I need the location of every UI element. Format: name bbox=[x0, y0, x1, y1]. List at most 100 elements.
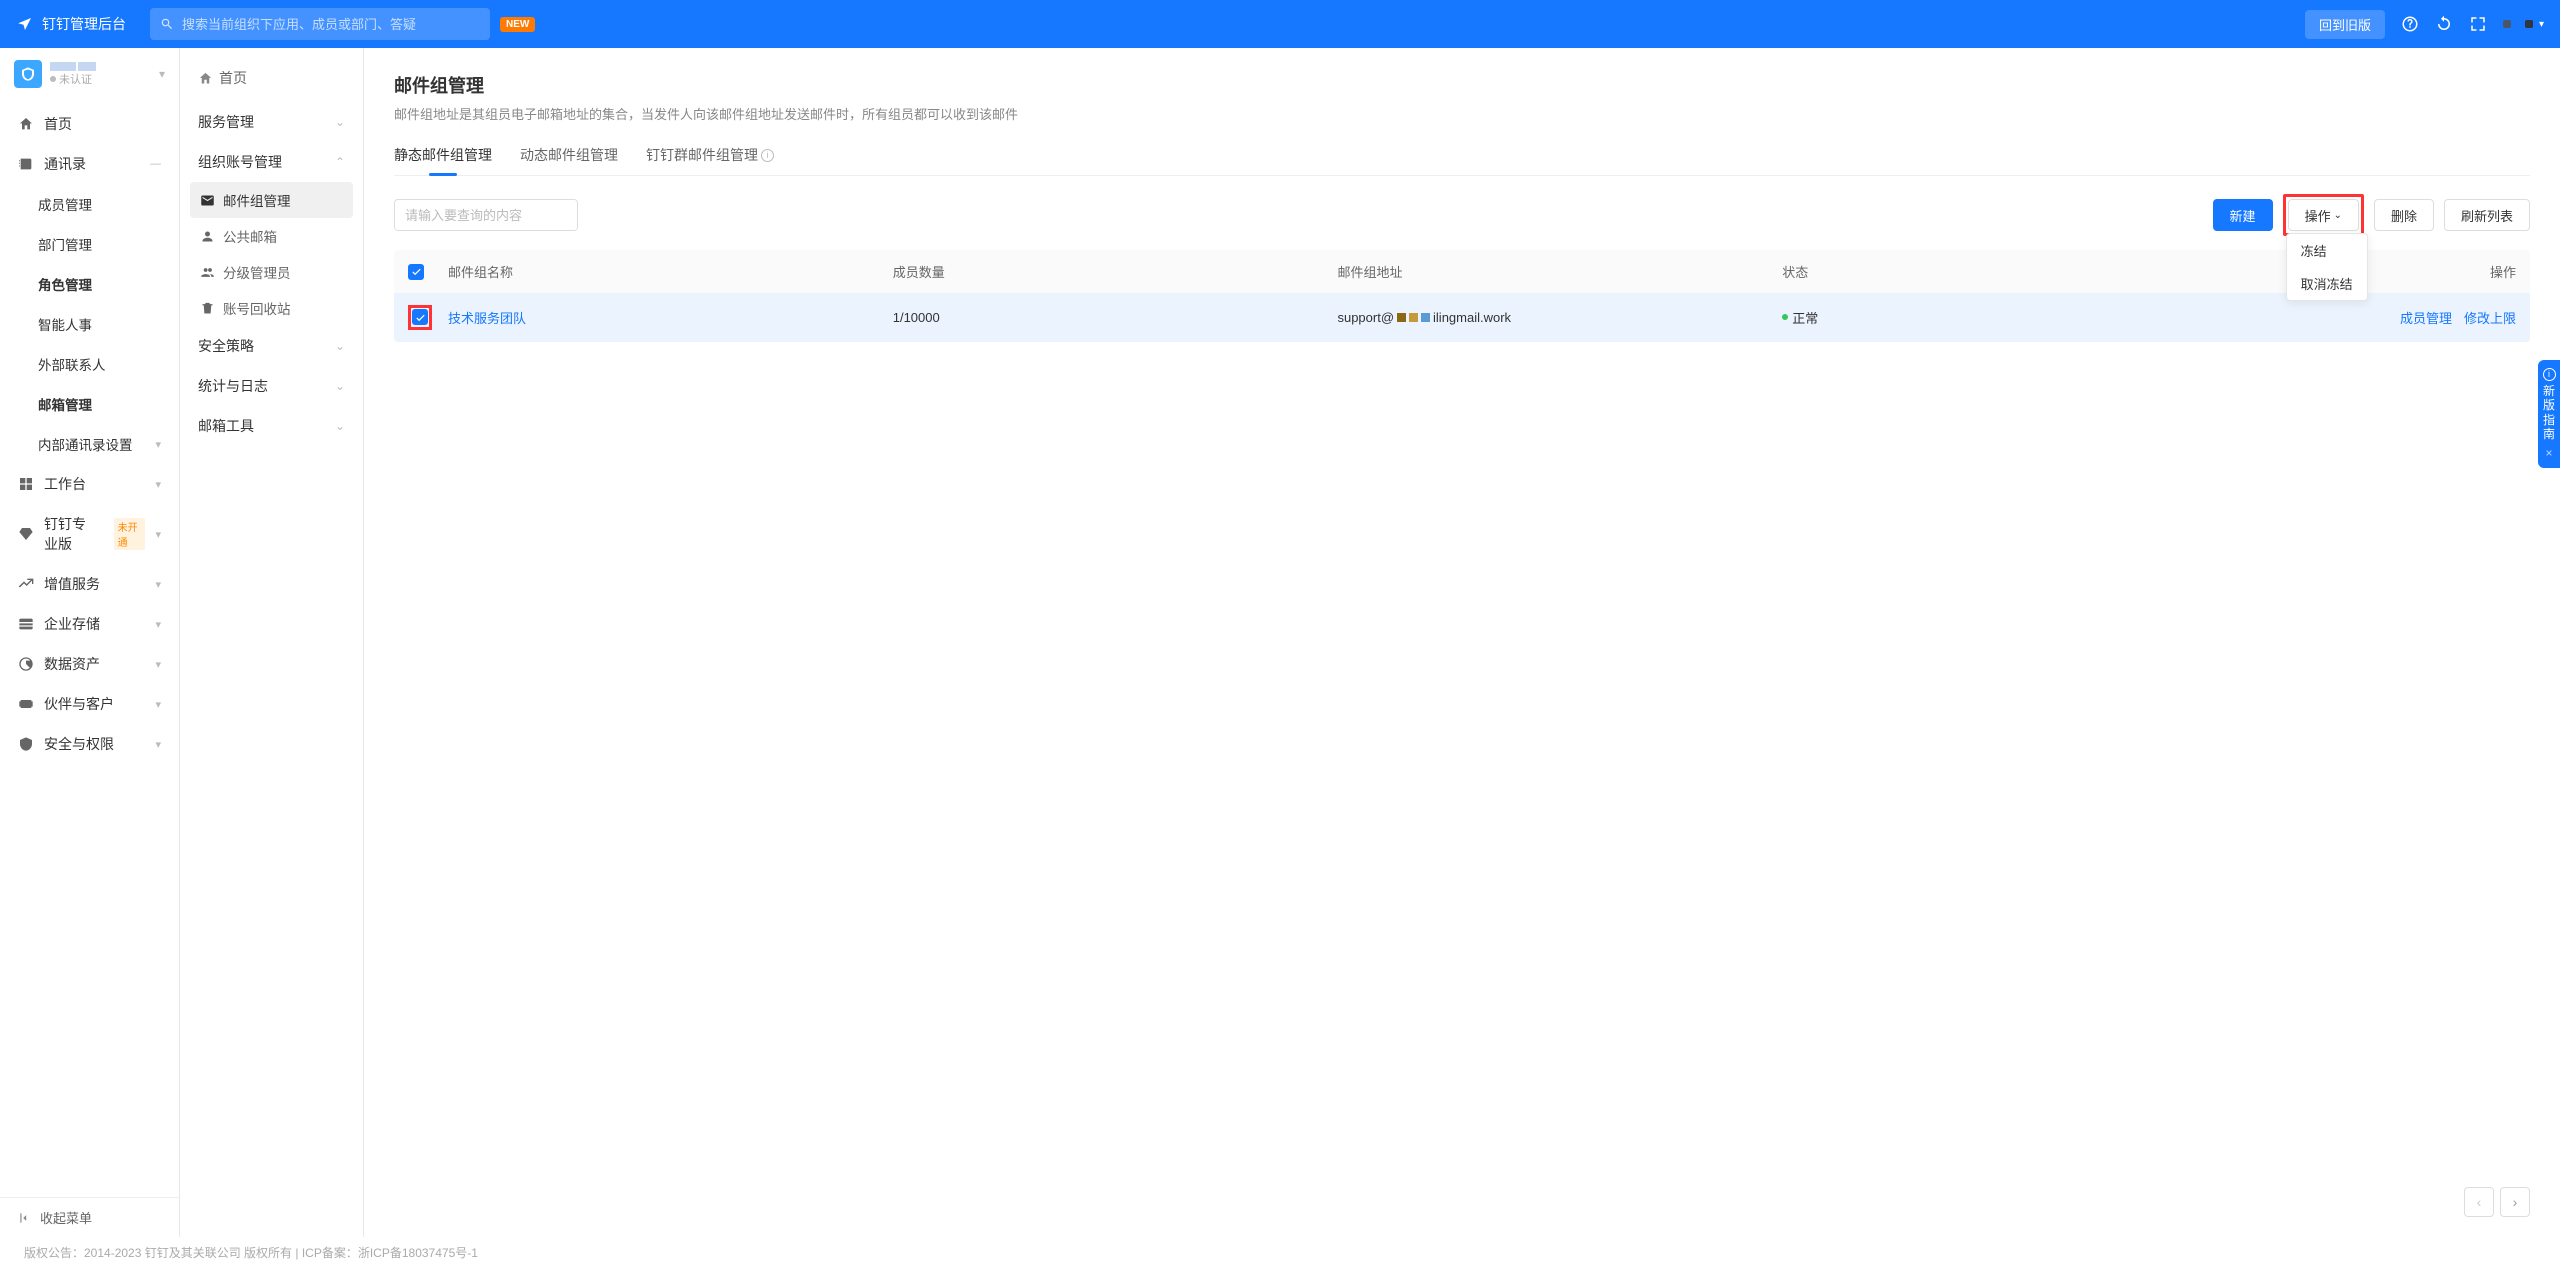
chevron-down-icon: ▾ bbox=[155, 618, 161, 631]
sidebar-item-storage[interactable]: 企业存储▾ bbox=[0, 604, 179, 644]
guide-tab[interactable]: i 新版指南 × bbox=[2538, 360, 2560, 468]
chevron-down-icon: ▾ bbox=[155, 698, 161, 711]
subgroup-security-policy[interactable]: 安全策略⌄ bbox=[190, 326, 353, 366]
subitem-mailgroup[interactable]: 邮件组管理 bbox=[190, 182, 353, 218]
org-selector[interactable]: 未认证 ▾ bbox=[0, 48, 179, 100]
sidebar-item-smart-hr[interactable]: 智能人事 bbox=[0, 304, 179, 344]
operate-dropdown: 冻结 取消冻结 bbox=[2286, 233, 2368, 301]
chevron-up-icon: ⌃ bbox=[335, 155, 345, 169]
chevron-down-icon: ▾ bbox=[155, 738, 161, 751]
sidebar-item-contacts[interactable]: 通讯录 — bbox=[0, 144, 179, 184]
table-search bbox=[394, 199, 578, 231]
pager-prev[interactable]: ‹ bbox=[2464, 1187, 2494, 1217]
col-header-name: 邮件组名称 bbox=[448, 262, 893, 281]
dropdown-unfreeze[interactable]: 取消冻结 bbox=[2287, 267, 2367, 300]
sidebar-item-pro[interactable]: 钉钉专业版 未开通 ▾ bbox=[0, 504, 179, 564]
col-header-status: 状态 bbox=[1782, 262, 2116, 281]
copyright: 版权公告：2014-2023 钉钉及其关联公司 版权所有 | ICP备案：浙IC… bbox=[24, 1244, 478, 1261]
fullscreen-icon[interactable] bbox=[2469, 15, 2487, 33]
dingtalk-logo-icon bbox=[16, 15, 34, 33]
contacts-icon bbox=[18, 156, 34, 172]
subgroup-stats[interactable]: 统计与日志⌄ bbox=[190, 366, 353, 406]
partner-icon bbox=[18, 696, 34, 712]
mailgroup-address: support@ ilingmail.work bbox=[1337, 310, 1782, 325]
storage-icon bbox=[18, 616, 34, 632]
sidebar-item-roles[interactable]: 角色管理 bbox=[0, 264, 179, 304]
refresh-button[interactable]: 刷新列表 bbox=[2444, 199, 2530, 231]
mailgroup-table: 邮件组名称 成员数量 邮件组地址 状态 操作 技术服务团队 1/10000 su… bbox=[394, 250, 2530, 342]
sidebar-label: 首页 bbox=[44, 114, 72, 134]
grid-icon bbox=[18, 476, 34, 492]
data-icon bbox=[18, 656, 34, 672]
pager: ‹ › bbox=[2464, 1187, 2530, 1217]
check-icon bbox=[415, 312, 426, 323]
toolbar: 新建 操作⌄ 冻结 取消冻结 删除 刷新列表 bbox=[394, 194, 2530, 236]
top-header: 钉钉管理后台 NEW 回到旧版 ▾ bbox=[0, 0, 2560, 48]
help-icon[interactable] bbox=[2401, 15, 2419, 33]
subitem-public-mailbox[interactable]: 公共邮箱 bbox=[190, 218, 353, 254]
trend-icon bbox=[18, 576, 34, 592]
delete-button[interactable]: 删除 bbox=[2374, 199, 2434, 231]
refresh-icon[interactable] bbox=[2435, 15, 2453, 33]
search-icon bbox=[160, 17, 174, 31]
sidebar-item-mailbox[interactable]: 邮箱管理 bbox=[0, 384, 179, 424]
checkbox-highlight bbox=[408, 305, 432, 330]
subgroup-service[interactable]: 服务管理⌄ bbox=[190, 102, 353, 142]
user-avatar[interactable]: ▾ bbox=[2503, 19, 2544, 30]
sidebar-item-home[interactable]: 首页 bbox=[0, 104, 179, 144]
guide-close[interactable]: × bbox=[2541, 446, 2557, 460]
global-search[interactable] bbox=[150, 8, 490, 40]
table-search-input[interactable] bbox=[395, 200, 578, 230]
sidebar-item-departments[interactable]: 部门管理 bbox=[0, 224, 179, 264]
chevron-down-icon: ⌄ bbox=[335, 419, 345, 433]
mailgroup-name-link[interactable]: 技术服务团队 bbox=[448, 311, 526, 326]
home-icon bbox=[18, 116, 34, 132]
subitem-admin[interactable]: 分级管理员 bbox=[190, 254, 353, 290]
row-checkbox[interactable] bbox=[412, 309, 428, 325]
chevron-down-icon: ▾ bbox=[155, 528, 161, 541]
subgroup-tools[interactable]: 邮箱工具⌄ bbox=[190, 406, 353, 446]
sidebar-item-internal-settings[interactable]: 内部通讯录设置▾ bbox=[0, 424, 179, 464]
status-label: 正常 bbox=[1792, 308, 1818, 327]
sidebar-item-workbench[interactable]: 工作台▾ bbox=[0, 464, 179, 504]
tab-group[interactable]: 钉钉群邮件组管理i bbox=[646, 145, 774, 175]
diamond-icon bbox=[18, 526, 34, 542]
back-to-old-button[interactable]: 回到旧版 bbox=[2305, 10, 2385, 39]
collapse-icon: — bbox=[150, 158, 161, 170]
subitem-recycle[interactable]: 账号回收站 bbox=[190, 290, 353, 326]
tab-static[interactable]: 静态邮件组管理 bbox=[394, 145, 492, 175]
row-action-members[interactable]: 成员管理 bbox=[2400, 308, 2452, 327]
global-search-input[interactable] bbox=[182, 17, 480, 32]
sidebar-item-data[interactable]: 数据资产▾ bbox=[0, 644, 179, 684]
info-icon[interactable]: i bbox=[761, 149, 774, 162]
sidebar-item-security[interactable]: 安全与权限▾ bbox=[0, 724, 179, 764]
org-icon bbox=[14, 60, 42, 88]
chevron-down-icon: ▾ bbox=[155, 478, 161, 491]
pager-next[interactable]: › bbox=[2500, 1187, 2530, 1217]
tab-dynamic[interactable]: 动态邮件组管理 bbox=[520, 145, 618, 175]
sidebar-item-partner[interactable]: 伙伴与客户▾ bbox=[0, 684, 179, 724]
page-description: 邮件组地址是其组员电子邮箱地址的集合，当发件人向该邮件组地址发送邮件时，所有组员… bbox=[394, 104, 2530, 123]
chevron-down-icon: ▾ bbox=[155, 578, 161, 591]
shield-icon bbox=[18, 736, 34, 752]
new-badge: NEW bbox=[500, 17, 535, 32]
chevron-down-icon: ⌄ bbox=[335, 379, 345, 393]
verify-status: 未认证 bbox=[50, 71, 151, 87]
new-button[interactable]: 新建 bbox=[2213, 199, 2273, 231]
subbar-home[interactable]: 首页 bbox=[190, 64, 353, 102]
logo: 钉钉管理后台 bbox=[16, 14, 126, 34]
row-action-limit[interactable]: 修改上限 bbox=[2464, 308, 2516, 327]
footer: 版权公告：2014-2023 钉钉及其关联公司 版权所有 | ICP备案：浙IC… bbox=[0, 1237, 2560, 1267]
dropdown-freeze[interactable]: 冻结 bbox=[2287, 234, 2367, 267]
operate-button[interactable]: 操作⌄ bbox=[2288, 199, 2359, 231]
sidebar-item-vas[interactable]: 增值服务▾ bbox=[0, 564, 179, 604]
subgroup-account[interactable]: 组织账号管理⌃ bbox=[190, 142, 353, 182]
sidebar-item-external[interactable]: 外部联系人 bbox=[0, 344, 179, 384]
col-header-count: 成员数量 bbox=[893, 262, 1338, 281]
check-icon bbox=[411, 266, 422, 277]
public-mailbox-icon bbox=[200, 229, 215, 244]
select-all-checkbox[interactable] bbox=[408, 264, 424, 280]
sidebar-item-members[interactable]: 成员管理 bbox=[0, 184, 179, 224]
chevron-down-icon: ▾ bbox=[155, 438, 161, 451]
collapse-menu[interactable]: 收起菜单 bbox=[0, 1197, 179, 1237]
